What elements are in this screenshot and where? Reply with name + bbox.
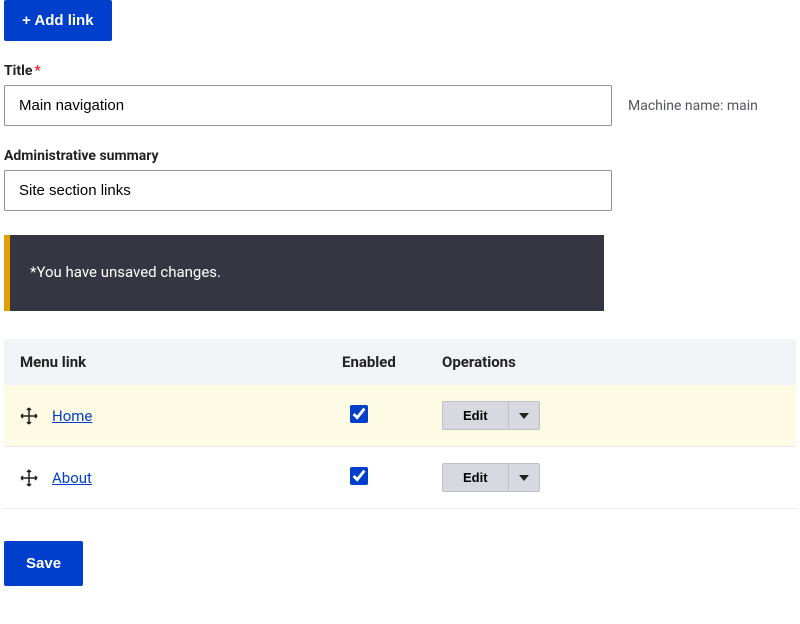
machine-name-label: Machine name: — [628, 98, 723, 114]
title-label-text: Title — [4, 63, 32, 79]
col-enabled: Enabled — [326, 339, 426, 385]
dropbutton-toggle[interactable] — [509, 464, 539, 491]
chevron-down-icon — [519, 413, 529, 419]
menu-links-table: Menu link Enabled Operations Home — [4, 339, 796, 509]
title-label: Title* — [4, 63, 796, 79]
required-star-icon: * — [34, 63, 40, 79]
summary-input[interactable] — [4, 170, 612, 211]
chevron-down-icon — [519, 475, 529, 481]
unsaved-changes-alert: *You have unsaved changes. — [4, 235, 604, 311]
enabled-checkbox[interactable] — [350, 405, 368, 423]
edit-button[interactable]: Edit — [443, 402, 509, 429]
drag-handle-icon[interactable] — [20, 469, 38, 487]
operations-dropbutton: Edit — [442, 463, 540, 492]
col-operations: Operations — [426, 339, 796, 385]
save-button[interactable]: Save — [4, 541, 83, 586]
dropbutton-toggle[interactable] — [509, 402, 539, 429]
drag-handle-icon[interactable] — [20, 407, 38, 425]
col-menu-link: Menu link — [4, 339, 326, 385]
menu-link-about[interactable]: About — [52, 469, 92, 487]
edit-button[interactable]: Edit — [443, 464, 509, 491]
enabled-checkbox[interactable] — [350, 467, 368, 485]
table-row: Home Edit — [4, 385, 796, 447]
table-row: About Edit — [4, 447, 796, 509]
machine-name: Machine name: main — [628, 98, 758, 114]
alert-message: *You have unsaved changes. — [30, 263, 221, 281]
summary-label: Administrative summary — [4, 148, 796, 164]
menu-link-home[interactable]: Home — [52, 407, 92, 425]
add-link-button[interactable]: + Add link — [4, 0, 112, 41]
operations-dropbutton: Edit — [442, 401, 540, 430]
machine-name-value: main — [727, 98, 758, 114]
title-input[interactable] — [4, 85, 612, 126]
